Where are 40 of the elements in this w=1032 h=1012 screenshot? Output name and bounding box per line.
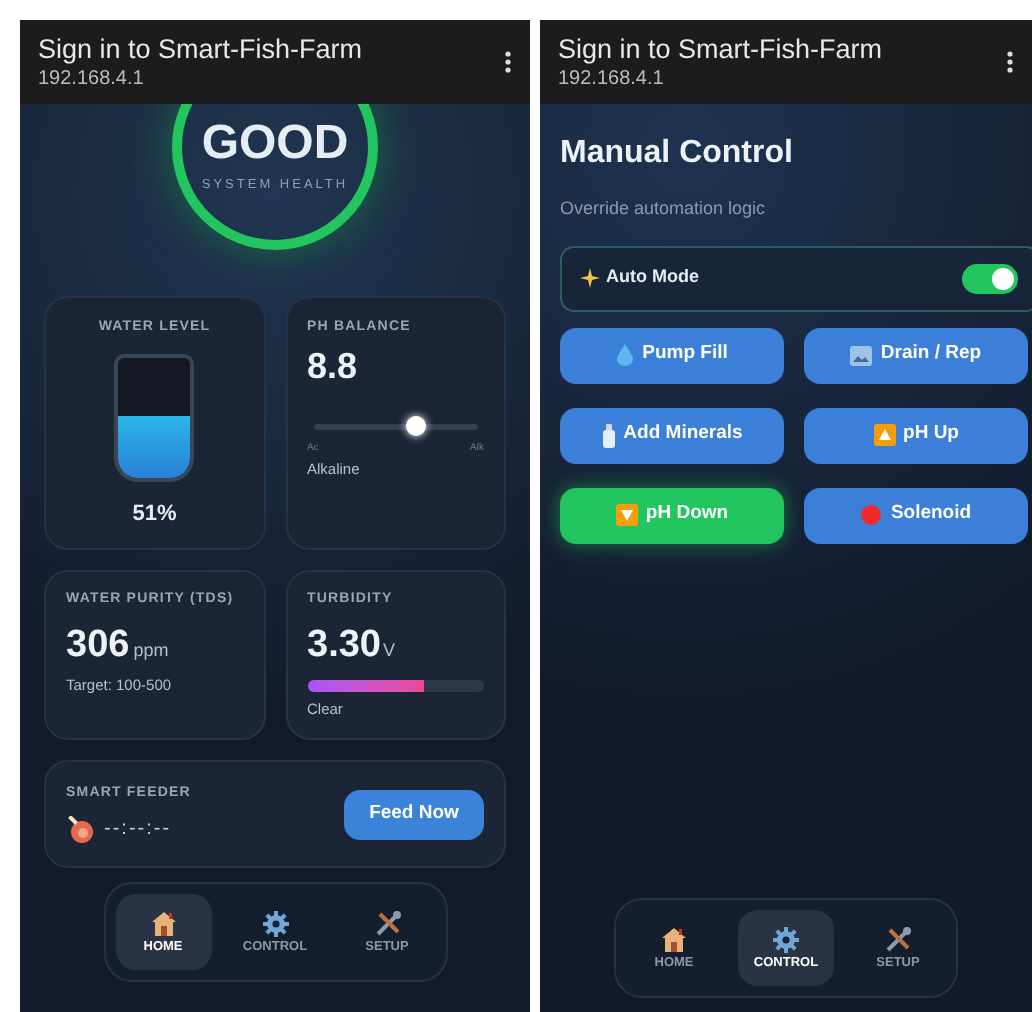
control-button[interactable]: Pump Fill: [560, 327, 784, 383]
control-button[interactable]: Solenoid: [804, 487, 1028, 543]
feeder-time: --:--:--: [104, 816, 172, 845]
control-button[interactable]: Drain / Rep: [804, 327, 1028, 383]
health-status: GOOD: [201, 113, 349, 168]
up-arrow-icon: [873, 424, 896, 446]
tds-value: 306: [66, 625, 130, 663]
bottle-icon: [601, 423, 616, 447]
feed-now-button[interactable]: Feed Now: [344, 789, 484, 839]
water-level-reading: 51%: [132, 499, 177, 529]
meat-icon: [66, 815, 94, 844]
gear-icon: [772, 925, 800, 954]
drop-icon: [616, 344, 635, 366]
section-title: Manual Control: [560, 134, 795, 174]
page-title: Sign in to Smart-Fish-Farm: [38, 32, 363, 66]
circle-icon: [860, 504, 883, 526]
house-icon: [149, 909, 177, 938]
down-arrow-icon: [615, 504, 638, 526]
ph-slider-thumb[interactable]: [405, 416, 426, 436]
gear-icon: [261, 909, 289, 938]
turbidity-value: 3.30: [307, 625, 381, 663]
section-subtitle: Override automation logic: [560, 196, 768, 222]
house-icon: [660, 925, 688, 954]
tools-icon: [884, 925, 912, 954]
control-button[interactable]: Add Minerals: [560, 407, 784, 463]
sparkle-icon: [580, 268, 600, 288]
more-icon[interactable]: [1006, 50, 1014, 74]
auto-mode-switch[interactable]: [962, 263, 1018, 293]
tds-unit: ppm: [133, 637, 169, 664]
ph-value: 8.8: [307, 347, 360, 383]
auto-mode-label: Auto Mode: [606, 264, 699, 291]
page-address: 192.168.4.1: [558, 66, 666, 92]
page-title: Sign in to Smart-Fish-Farm: [558, 32, 883, 66]
control-button[interactable]: pH Up: [804, 407, 1028, 463]
page-address: 192.168.4.1: [38, 66, 146, 92]
more-icon[interactable]: [504, 50, 512, 74]
tools-icon: [373, 909, 401, 938]
picture-frame-icon: [850, 345, 873, 365]
turbidity-unit: V: [382, 637, 395, 663]
control-button[interactable]: pH Down: [560, 487, 784, 543]
